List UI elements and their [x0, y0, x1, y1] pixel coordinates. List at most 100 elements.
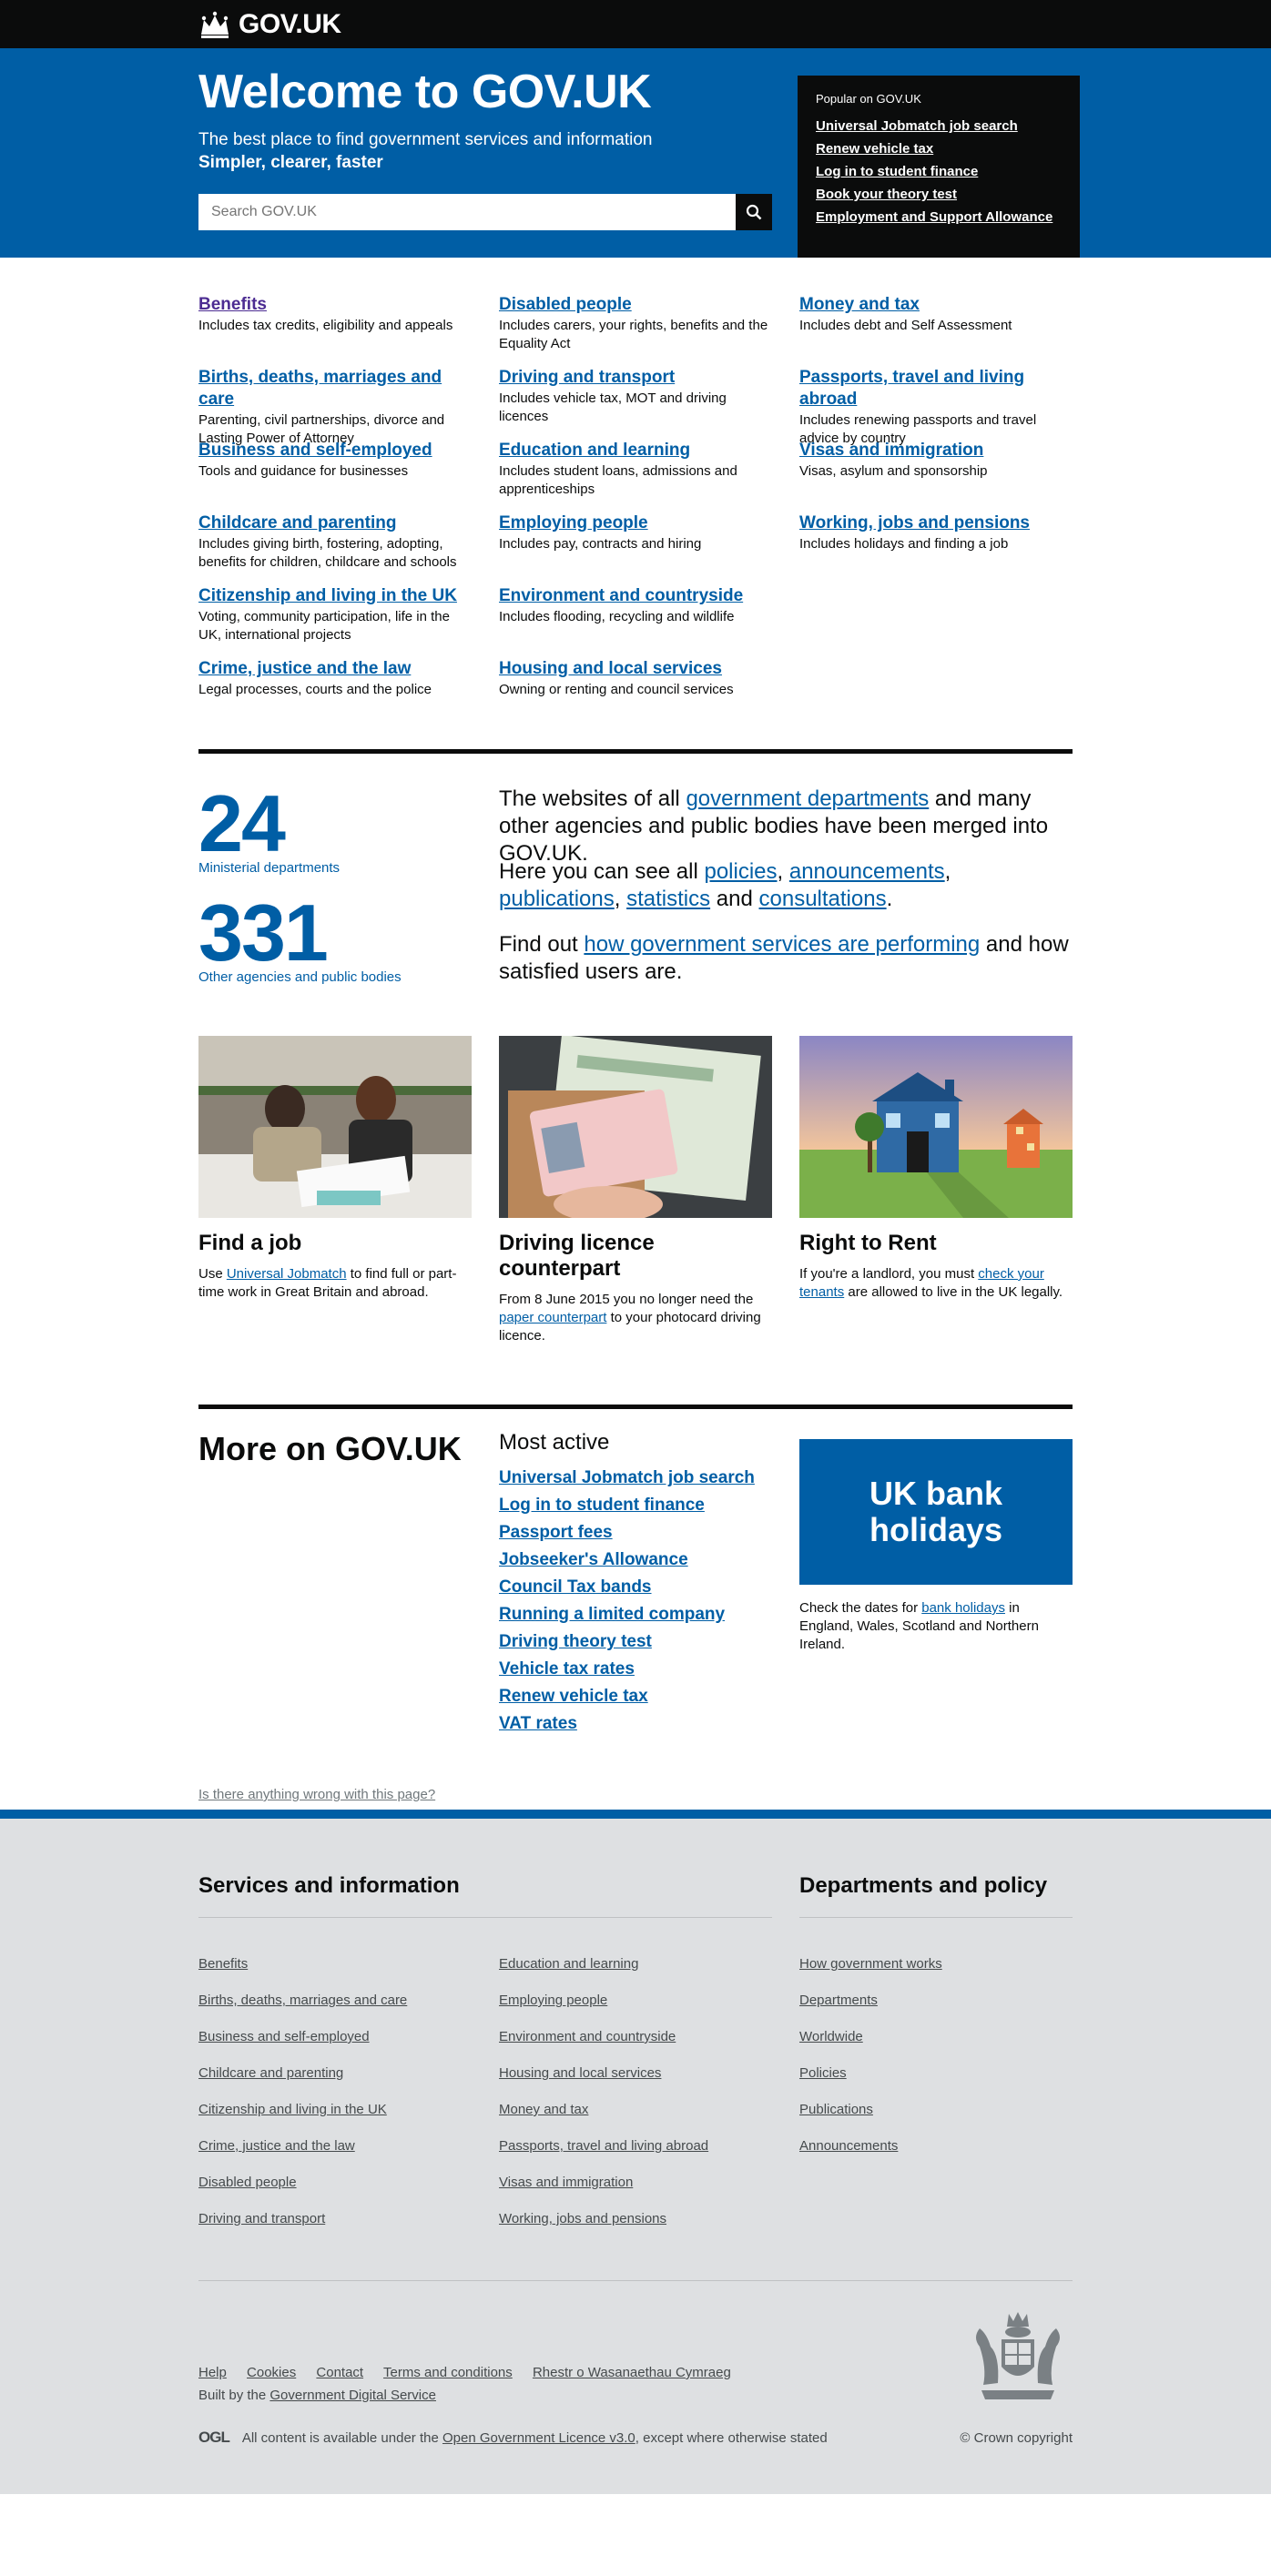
top-bar: GOV.UK [0, 0, 1271, 48]
footer-link[interactable]: Publications [799, 2092, 1073, 2128]
popular-link[interactable]: Book your theory test [816, 183, 1062, 206]
footer-link[interactable]: Worldwide [799, 2019, 1073, 2055]
search-input[interactable] [198, 194, 736, 230]
topic-link-business[interactable]: Business and self-employed [198, 440, 472, 461]
footer-meta-links: Help Cookies Contact Terms and condition… [198, 2365, 747, 2380]
welsh-services-link[interactable]: Rhestr o Wasanaethau Cymraeg [533, 2365, 731, 2380]
performance-link[interactable]: how government services are performing [584, 932, 980, 957]
ogl-link[interactable]: Open Government Licence v3.0 [442, 2430, 636, 2446]
topic-link-crime[interactable]: Crime, justice and the law [198, 658, 472, 680]
topic-link-births[interactable]: Births, deaths, marriages and care [198, 367, 472, 411]
footer-link[interactable]: Visas and immigration [499, 2165, 772, 2201]
separator: . [886, 887, 893, 911]
topic-link-money-and-tax[interactable]: Money and tax [799, 294, 1073, 316]
gds-link[interactable]: Government Digital Service [269, 2388, 436, 2403]
footer-link[interactable]: Employing people [499, 1983, 772, 2019]
topic-link-disabled-people[interactable]: Disabled people [499, 294, 772, 316]
other-bodies-label[interactable]: Other agencies and public bodies [198, 969, 402, 985]
universal-jobmatch-link[interactable]: Universal Jobmatch [227, 1266, 347, 1282]
footer-link[interactable]: Crime, justice and the law [198, 2128, 472, 2165]
topic-desc: Includes debt and Self Assessment [799, 318, 1012, 333]
footer-link[interactable]: Announcements [799, 2128, 1073, 2165]
see-all-paragraph: Here you can see all policies, announcem… [499, 858, 1073, 913]
topic-link-environment[interactable]: Environment and countryside [499, 585, 772, 607]
popular-link[interactable]: Universal Jobmatch job search [816, 115, 1062, 137]
most-active-link[interactable]: Log in to student finance [499, 1492, 772, 1519]
topic-link-housing[interactable]: Housing and local services [499, 658, 772, 680]
footer-link[interactable]: Money and tax [499, 2092, 772, 2128]
most-active-link[interactable]: Universal Jobmatch job search [499, 1465, 772, 1492]
most-active-link[interactable]: Running a limited company [499, 1601, 772, 1628]
popular-link[interactable]: Renew vehicle tax [816, 137, 1062, 160]
most-active-link[interactable]: Renew vehicle tax [499, 1683, 772, 1710]
section-divider [198, 749, 1073, 754]
footer-link[interactable]: Education and learning [499, 1946, 772, 1983]
search-form [198, 194, 772, 230]
search-button[interactable] [736, 194, 772, 230]
announcements-link[interactable]: announcements [789, 859, 945, 884]
footer-link[interactable]: How government works [799, 1946, 1073, 1983]
ministerial-count[interactable]: 24 [198, 784, 286, 864]
government-departments-link[interactable]: government departments [686, 786, 929, 811]
licence-row: OGL All content is available under the O… [198, 2429, 828, 2447]
separator: , [944, 859, 951, 884]
ministerial-label[interactable]: Ministerial departments [198, 860, 340, 876]
most-active-link[interactable]: Vehicle tax rates [499, 1656, 772, 1683]
most-active-link[interactable]: Council Tax bands [499, 1574, 772, 1601]
cookies-link[interactable]: Cookies [247, 2365, 296, 2380]
topic-link-childcare[interactable]: Childcare and parenting [198, 512, 472, 534]
ogl-logo-icon: OGL [198, 2429, 230, 2446]
text: Check the dates for [799, 1600, 922, 1616]
topic-link-citizenship[interactable]: Citizenship and living in the UK [198, 585, 472, 607]
footer-link[interactable]: Housing and local services [499, 2055, 772, 2092]
help-link[interactable]: Help [198, 2365, 227, 2380]
footer-link[interactable]: Childcare and parenting [198, 2055, 472, 2092]
topic-link-education[interactable]: Education and learning [499, 440, 772, 461]
most-active-link[interactable]: VAT rates [499, 1710, 772, 1738]
footer-link[interactable]: Benefits [198, 1946, 472, 1983]
promo-title: Driving licence counterpart [499, 1231, 655, 1281]
topic-link-working[interactable]: Working, jobs and pensions [799, 512, 1073, 534]
bank-holidays-tile[interactable]: UK bank holidays [799, 1439, 1073, 1585]
footer-link[interactable]: Departments [799, 1983, 1073, 2019]
consultations-link[interactable]: consultations [759, 887, 887, 911]
footer-link[interactable]: Policies [799, 2055, 1073, 2092]
footer-link[interactable]: Passports, travel and living abroad [499, 2128, 772, 2165]
footer-link[interactable]: Working, jobs and pensions [499, 2201, 772, 2237]
bank-holidays-link[interactable]: bank holidays [921, 1600, 1005, 1616]
footer-link[interactable]: Births, deaths, marriages and care [198, 1983, 472, 2019]
topic-desc: Legal processes, courts and the police [198, 682, 432, 697]
other-bodies-count[interactable]: 331 [198, 893, 329, 973]
contact-link[interactable]: Contact [316, 2365, 363, 2380]
footer-link[interactable]: Disabled people [198, 2165, 472, 2201]
popular-panel: Popular on GOV.UK Universal Jobmatch job… [798, 76, 1080, 258]
footer-link[interactable]: Environment and countryside [499, 2019, 772, 2055]
popular-link[interactable]: Employment and Support Allowance [816, 206, 1062, 228]
topic-link-passports[interactable]: Passports, travel and living abroad [799, 367, 1073, 411]
terms-link[interactable]: Terms and conditions [383, 2365, 513, 2380]
popular-link[interactable]: Log in to student finance [816, 160, 1062, 183]
footer-link[interactable]: Driving and transport [198, 2201, 472, 2237]
footer-link[interactable]: Citizenship and living in the UK [198, 2092, 472, 2128]
promo-title: Find a job [198, 1231, 302, 1255]
report-problem-link[interactable]: Is there anything wrong with this page? [198, 1787, 435, 1802]
departments-list: How government works Departments Worldwi… [799, 1946, 1073, 2165]
policies-link[interactable]: policies [704, 859, 777, 884]
publications-link[interactable]: publications [499, 887, 615, 911]
more-heading: More on GOV.UK [198, 1430, 462, 1467]
statistics-link[interactable]: statistics [626, 887, 710, 911]
hero-tagline: The best place to find government servic… [198, 130, 653, 149]
most-active-link[interactable]: Passport fees [499, 1519, 772, 1547]
right-to-rent-image [799, 1036, 1073, 1218]
most-active-link[interactable]: Driving theory test [499, 1628, 772, 1656]
paper-counterpart-link[interactable]: paper counterpart [499, 1310, 606, 1325]
topic-link-benefits[interactable]: Benefits [198, 294, 472, 316]
topic-link-driving[interactable]: Driving and transport [499, 367, 772, 389]
most-active-link[interactable]: Jobseeker's Allowance [499, 1547, 772, 1574]
topic-desc: Voting, community participation, life in… [198, 609, 450, 643]
footer-link[interactable]: Business and self-employed [198, 2019, 472, 2055]
topic-link-visas[interactable]: Visas and immigration [799, 440, 1073, 461]
govuk-logo-link[interactable]: GOV.UK [198, 9, 341, 40]
topic-link-employing[interactable]: Employing people [499, 512, 772, 534]
driving-licence-image [499, 1036, 772, 1218]
